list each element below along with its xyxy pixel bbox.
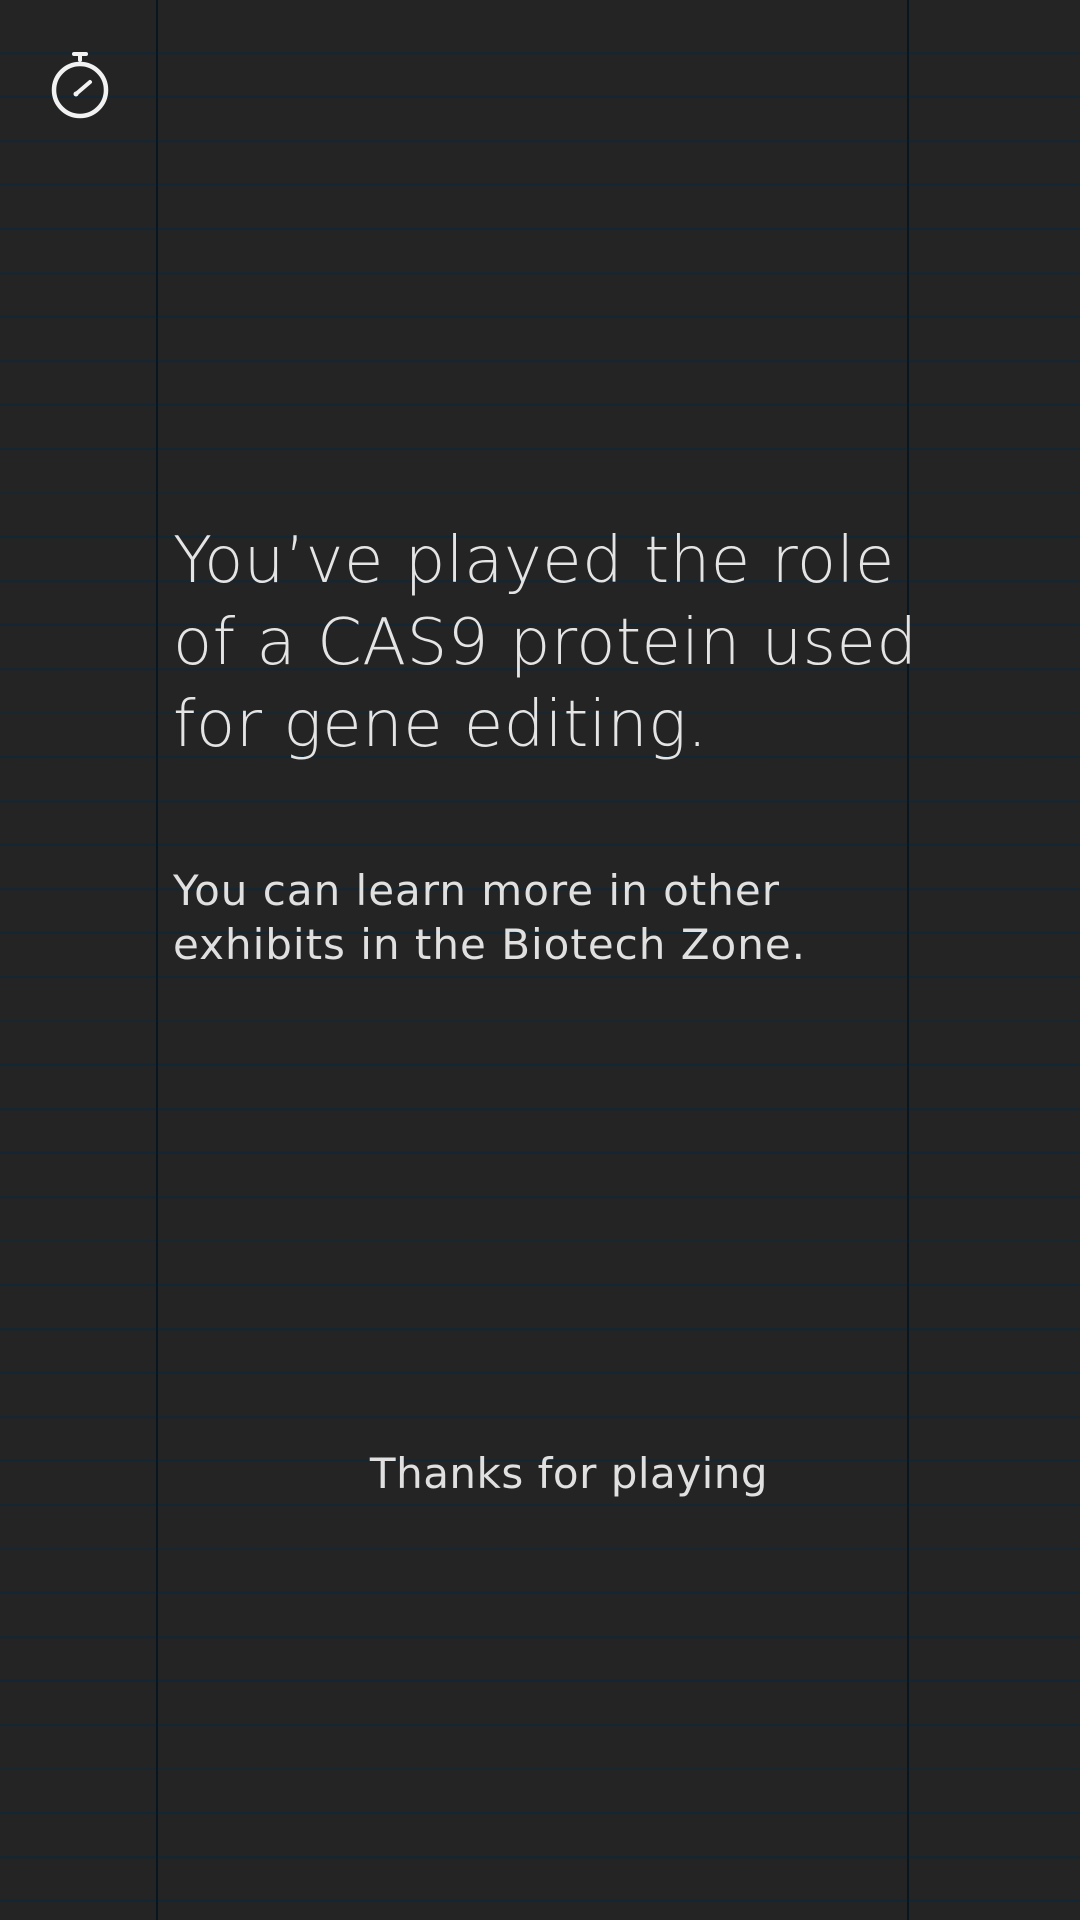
- result-headline: You’ve played the role of a CAS9 protein…: [173, 524, 918, 762]
- end-screen: You’ve played the role of a CAS9 protein…: [0, 0, 1080, 1920]
- thanks-message: Thanks for playing: [369, 1449, 769, 1498]
- learn-more-text: You can learn more in other exhibits in …: [173, 866, 807, 969]
- stopwatch-icon[interactable]: [46, 48, 114, 120]
- notebook-margin-line-left: [156, 0, 158, 1920]
